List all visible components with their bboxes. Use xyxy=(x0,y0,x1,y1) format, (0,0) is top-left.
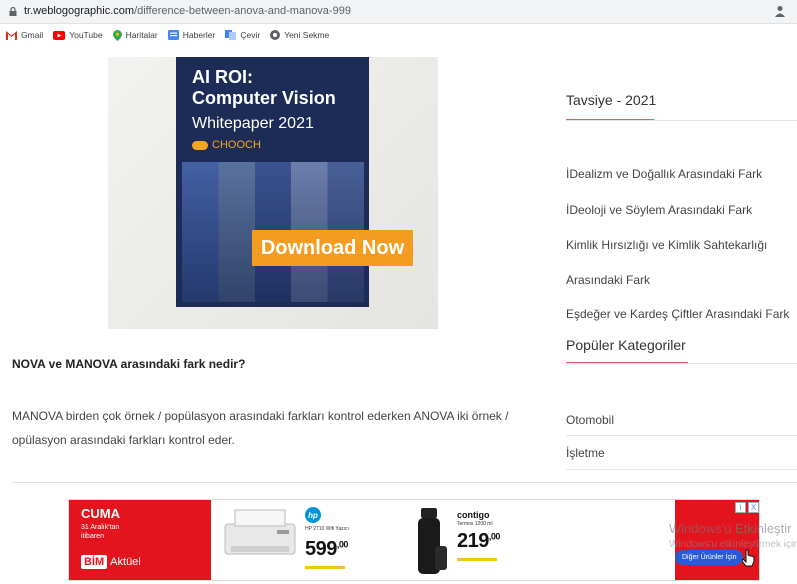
bookmarks-bar: Gmail YouTube Haritalar Haberler Çevir Y… xyxy=(0,24,797,46)
ad-brand: CHOOCH xyxy=(192,139,261,151)
price-thermos: 219,00 xyxy=(457,530,500,553)
whitepaper-cover: AI ROI: Computer Vision Whitepaper 2021 … xyxy=(176,57,369,307)
address-bar[interactable]: tr.weblogographic.com/difference-between… xyxy=(0,0,797,24)
sidebar-link-ideoloji[interactable]: İDeoloji ve Söylem Arasındaki Fark xyxy=(566,203,752,217)
windows-activation-watermark: Windows'u Etkinleştir xyxy=(669,521,792,536)
sidebar-link-idealizm[interactable]: İDealizm ve Doğallık Arasındaki Fark xyxy=(566,167,762,181)
recommended-rule xyxy=(566,120,797,121)
ad-brand-label: CHOOCH xyxy=(212,139,261,151)
lock-icon xyxy=(9,7,17,16)
banner-date-line1: 31 Aralık'tan xyxy=(81,524,120,531)
category-isletme[interactable]: İşletme xyxy=(566,446,605,460)
bim-logo-mark: BİM xyxy=(81,555,108,569)
article-body-line2: opülasyon arasındaki farkları kontrol ed… xyxy=(12,433,235,447)
url-text[interactable]: tr.weblogographic.com/difference-between… xyxy=(24,5,351,17)
bookmark-youtube[interactable]: YouTube xyxy=(53,30,103,40)
price-printer: 599,00 xyxy=(305,538,348,561)
chrome-icon xyxy=(270,30,281,40)
sidebar-link-kimlik[interactable]: Kimlik Hırsızlığı ve Kimlik Sahtekarlığı xyxy=(566,238,767,252)
translate-icon xyxy=(225,30,237,40)
windows-activation-subtext: Windows'u etkinleştirmek için xyxy=(669,539,797,550)
contigo-model: Termos 1200 ml xyxy=(457,521,493,527)
gmail-icon xyxy=(6,30,17,40)
ad-title: AI ROI: Computer Vision xyxy=(192,67,336,109)
category-otomobil[interactable]: Otomobil xyxy=(566,413,614,427)
adchoices-close-icon[interactable]: X xyxy=(748,502,759,513)
sidebar-link-esdeger[interactable]: Eşdeğer ve Kardeş Çiftler Arasındaki Far… xyxy=(566,307,789,321)
category-divider xyxy=(566,435,797,436)
price-strip xyxy=(305,566,345,569)
bookmark-yeni-sekme[interactable]: Yeni Sekme xyxy=(270,30,329,40)
ad-image-whitepaper[interactable]: AI ROI: Computer Vision Whitepaper 2021 … xyxy=(108,57,438,329)
hp-logo: hp xyxy=(305,507,321,523)
thermos-image xyxy=(418,508,447,574)
download-now-button[interactable]: Download Now xyxy=(252,230,413,266)
bookmark-gmail[interactable]: Gmail xyxy=(6,30,43,40)
bim-logo-suffix: Aktüel xyxy=(110,556,141,568)
printer-image xyxy=(224,509,296,555)
more-products-button[interactable]: Diğer Ürünler İçin xyxy=(675,550,744,565)
adchoices[interactable]: i X xyxy=(735,502,759,513)
contigo-logo: contigo xyxy=(457,510,490,520)
bookmark-label: Çevir xyxy=(240,30,261,40)
youtube-icon xyxy=(53,30,66,40)
article-body: MANOVA birden çok örnek / popülasyon ara… xyxy=(12,404,552,452)
adchoices-info-icon[interactable]: i xyxy=(735,502,746,513)
category-divider xyxy=(566,469,797,470)
content-divider xyxy=(12,482,797,483)
sidebar-link-kimlik-cont[interactable]: Arasındaki Fark xyxy=(566,273,650,287)
bookmark-label: Gmail xyxy=(21,30,44,40)
bookmark-label: Haritalar xyxy=(125,30,158,40)
profile-icon[interactable] xyxy=(775,5,785,17)
article-heading: NOVA ve MANOVA arasındaki fark nedir? xyxy=(12,357,246,371)
ad-title-line1: AI ROI: xyxy=(192,67,253,87)
url-domain: tr.weblogographic.com xyxy=(24,5,135,17)
price-thermos-main: 219 xyxy=(457,530,489,552)
mouse-cursor-icon xyxy=(742,549,755,567)
article-body-line1: MANOVA birden çok örnek / popülasyon ara… xyxy=(12,409,509,423)
bim-logo: BİM Aktüel xyxy=(81,555,141,569)
bookmark-label: Yeni Sekme xyxy=(284,30,330,40)
chooch-logo-icon xyxy=(192,140,208,150)
bim-banner-ad[interactable]: CUMA 31 Aralık'tan itibaren BİM Aktüel h… xyxy=(68,499,760,581)
recommended-title: Tavsiye - 2021 xyxy=(566,92,657,108)
ad-title-line2: Computer Vision xyxy=(192,88,336,108)
price-strip xyxy=(457,558,497,561)
bookmark-label: Haberler xyxy=(182,30,216,40)
maps-icon xyxy=(112,29,122,41)
bookmark-cevir[interactable]: Çevir xyxy=(225,30,260,40)
hp-model: HP 2710 Wifi Yazıcı xyxy=(305,526,349,532)
price-printer-cents: ,00 xyxy=(336,539,349,550)
bookmark-haberler[interactable]: Haberler xyxy=(167,30,216,40)
price-printer-main: 599 xyxy=(305,538,337,560)
url-path: /difference-between-anova-and-manova-999 xyxy=(134,5,351,17)
bookmark-haritalar[interactable]: Haritalar xyxy=(112,29,158,41)
price-thermos-cents: ,00 xyxy=(488,531,501,542)
bookmark-label: YouTube xyxy=(69,30,103,40)
ad-subtitle: Whitepaper 2021 xyxy=(192,115,314,132)
banner-date-line2: itibaren xyxy=(81,533,104,540)
news-icon xyxy=(167,30,179,40)
banner-date: 31 Aralık'tan itibaren xyxy=(81,523,119,541)
categories-title: Popüler Kategoriler xyxy=(566,337,686,353)
banner-day: CUMA xyxy=(81,506,120,521)
categories-rule xyxy=(566,363,797,364)
